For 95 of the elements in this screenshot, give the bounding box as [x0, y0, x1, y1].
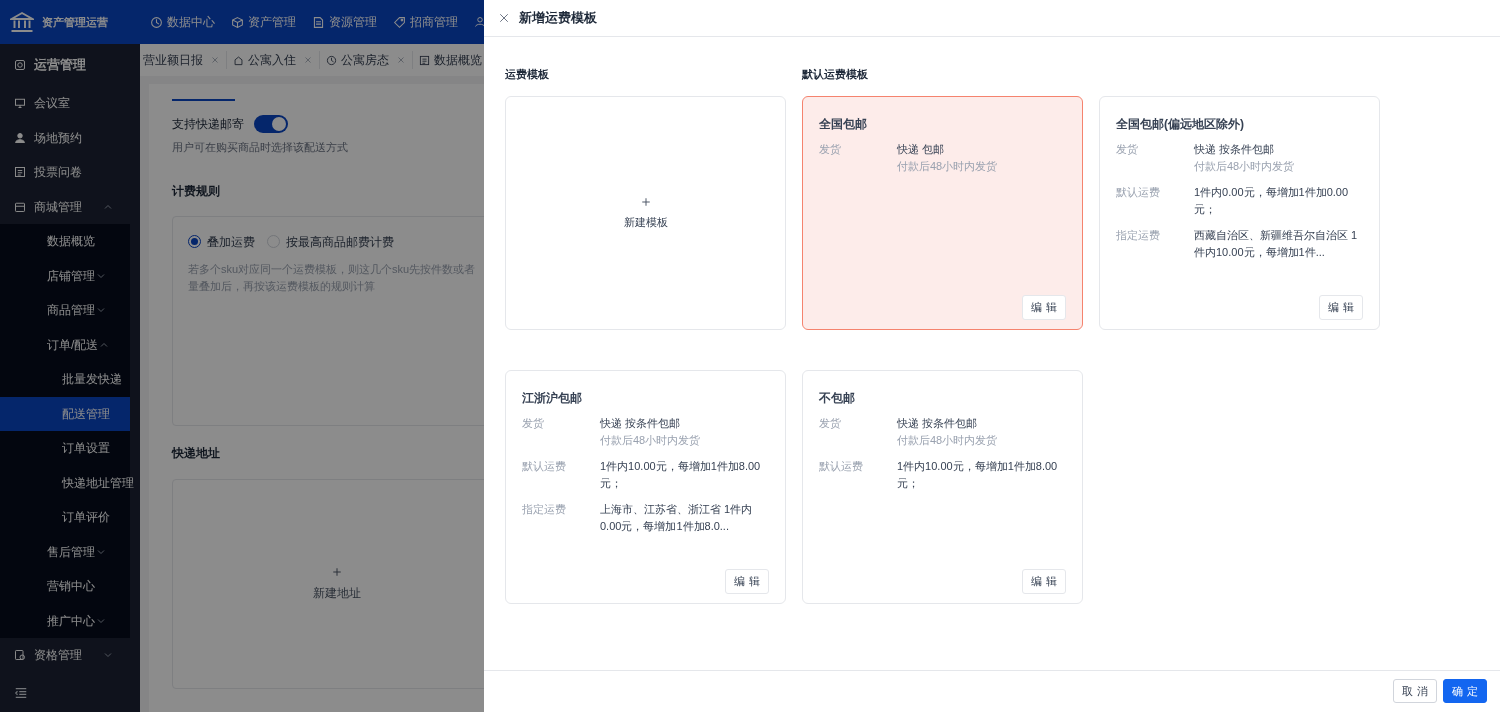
field-value: 上海市、江苏省、浙江省 1件内0.00元，每增加1件加8.0... — [600, 502, 754, 534]
nav-item[interactable]: 招商管理 — [393, 13, 458, 31]
nav-item[interactable]: 数据中心 — [150, 13, 215, 31]
edit-button[interactable]: 编 辑 — [725, 569, 769, 594]
cube-icon — [231, 15, 244, 29]
close-icon[interactable] — [498, 12, 510, 24]
edit-button[interactable]: 编 辑 — [1022, 569, 1066, 594]
certificate-icon — [14, 649, 26, 662]
shop-icon — [14, 200, 26, 213]
gauge-icon — [14, 59, 26, 71]
field-label: 指定运费 — [1116, 228, 1161, 243]
clock-icon — [326, 54, 337, 66]
page-tab[interactable]: 营业额日报 — [140, 51, 226, 69]
menu-item-selected[interactable]: 配送管理 — [0, 396, 130, 431]
plus-icon — [639, 195, 652, 208]
toggle-label: 支持快递邮寄 — [172, 116, 244, 133]
field-value: 1件内10.00元，每增加1件加8.00元； — [897, 459, 1059, 491]
field-label: 指定运费 — [522, 502, 567, 517]
new-template-card[interactable]: 新建模板 — [505, 96, 786, 330]
template-card[interactable]: 江浙沪包邮 发货 快递 按条件包邮 付款后48小时内发货 默认运费 1件内10.00元，每增加1件加8.00元； 指定运费 上海市、江苏省、浙江省 1件内0.00元，每增加1件加8.0... 编 辑 — [505, 370, 786, 604]
menu-item[interactable]: 推广中心 — [0, 603, 130, 638]
tag-icon — [393, 15, 406, 29]
close-icon — [303, 55, 313, 65]
menu-item[interactable]: 商城管理 — [0, 189, 140, 224]
menu-item[interactable]: 数据概览 — [0, 224, 130, 259]
monitor-icon — [14, 97, 26, 110]
field-value: 快递 按条件包邮 — [1194, 142, 1276, 157]
field-label: 默认运费 — [522, 459, 567, 474]
menu-item[interactable]: 批量发快递 — [0, 362, 130, 397]
sidebar-header[interactable]: 运营管理 — [0, 44, 140, 86]
menu-item[interactable]: 订单/配送 — [0, 327, 130, 362]
template-card[interactable]: 不包邮 发货 快递 按条件包邮 付款后48小时内发货 默认运费 1件内10.00元，每增加1件加8.00元； 编 辑 — [802, 370, 1083, 604]
menu-item[interactable]: 商品管理 — [0, 293, 130, 328]
field-value: 西藏自治区、新疆维吾尔自治区 1件内10.00元，每增加1件... — [1194, 228, 1359, 260]
field-value: 快递 包邮 — [897, 142, 946, 157]
user-icon — [14, 131, 26, 144]
field-note: 付款后48小时内发货 — [897, 433, 999, 448]
person-icon[interactable] — [474, 16, 486, 28]
menu-item[interactable]: 店铺管理 — [0, 258, 130, 293]
menu-item[interactable]: 售后管理 — [0, 534, 130, 569]
section-title: 快递地址 — [172, 444, 220, 462]
section-title: 计费规则 — [172, 182, 220, 200]
drawer-title: 新增运费模板 — [519, 9, 597, 28]
menu-item[interactable]: 会议室 — [0, 86, 140, 121]
collapse-menu-icon[interactable] — [14, 686, 28, 700]
plus-icon — [331, 565, 343, 578]
edit-button[interactable]: 编 辑 — [1319, 295, 1363, 320]
list-icon — [14, 166, 26, 179]
field-value: 1件内0.00元，每增加1件加0.00元； — [1194, 185, 1350, 217]
field-value: 快递 按条件包邮 — [600, 416, 682, 431]
field-label: 发货 — [522, 416, 545, 431]
app-title: 资产管理运营 — [42, 14, 108, 30]
template-name: 不包邮 — [819, 390, 856, 407]
page-tab[interactable]: 公寓房态 — [319, 51, 412, 69]
menu-item[interactable]: 场地预约 — [0, 120, 140, 155]
bank-icon — [10, 10, 34, 34]
menu-item[interactable]: 订单设置 — [0, 431, 130, 466]
close-icon — [396, 55, 406, 65]
house-icon — [233, 54, 244, 66]
field-value: 快递 按条件包邮 — [897, 416, 979, 431]
page-tab[interactable]: 公寓入住 — [226, 51, 319, 69]
radio-option[interactable]: 按最高商品邮费计费 — [267, 232, 394, 251]
radio-option[interactable]: 叠加运费 — [188, 232, 255, 251]
section-title: 运费模板 — [505, 67, 549, 82]
list-icon — [419, 54, 430, 66]
active-tab-underline — [172, 99, 235, 101]
close-icon — [210, 55, 220, 65]
menu-item[interactable]: 订单评价 — [0, 500, 130, 535]
toggle-switch[interactable] — [254, 115, 288, 133]
document-icon — [312, 15, 325, 29]
field-value: 1件内10.00元，每增加1件加8.00元； — [600, 459, 762, 491]
clock-icon — [150, 15, 163, 29]
menu-item[interactable]: 资格管理 — [0, 638, 140, 673]
edit-button[interactable]: 编 辑 — [1022, 295, 1066, 320]
template-card[interactable]: 全国包邮 发货 快递 包邮 付款后48小时内发货 编 辑 — [802, 96, 1083, 330]
hint-text: 用户可在购买商品时选择该配送方式 — [172, 140, 348, 155]
field-label: 默认运费 — [1116, 185, 1161, 200]
field-label: 发货 — [819, 142, 842, 157]
template-name: 全国包邮 — [819, 116, 868, 133]
template-name: 江浙沪包邮 — [522, 390, 583, 407]
nav-item[interactable]: 资源管理 — [312, 13, 377, 31]
field-label: 发货 — [1116, 142, 1139, 157]
confirm-button[interactable]: 确 定 — [1443, 679, 1487, 703]
nav-item[interactable]: 资产管理 — [231, 13, 296, 31]
template-name: 全国包邮(偏远地区除外) — [1116, 116, 1245, 133]
menu-item[interactable]: 营销中心 — [0, 569, 130, 604]
template-card[interactable]: 全国包邮(偏远地区除外) 发货 快递 按条件包邮 付款后48小时内发货 默认运费 1件内0.00元，每增加1件加0.00元； 指定运费 西藏自治区、新疆维吾尔自治区 1件内10.00元，每增加1件... 编 辑 — [1099, 96, 1380, 330]
menu-item[interactable]: 投票问卷 — [0, 155, 140, 190]
cancel-button[interactable]: 取 消 — [1393, 679, 1437, 703]
field-note: 付款后48小时内发货 — [897, 159, 999, 174]
field-label: 默认运费 — [819, 459, 864, 474]
section-title: 默认运费模板 — [802, 67, 868, 82]
field-note: 付款后48小时内发货 — [600, 433, 702, 448]
field-note: 付款后48小时内发货 — [1194, 159, 1296, 174]
field-label: 发货 — [819, 416, 842, 431]
